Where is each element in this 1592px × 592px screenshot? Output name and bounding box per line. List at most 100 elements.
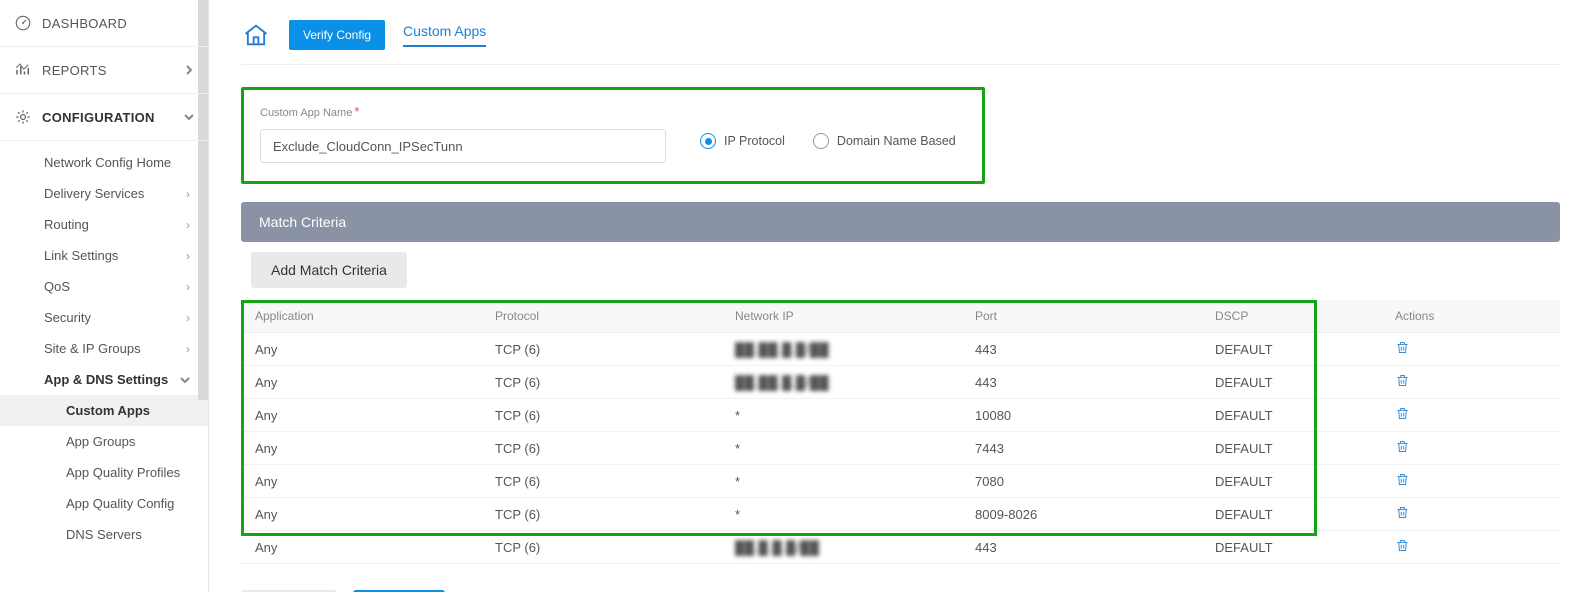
- cell-network-ip: *: [721, 432, 961, 465]
- sidebar-item-routing[interactable]: Routing ›: [0, 209, 208, 240]
- radio-domain-based[interactable]: Domain Name Based: [813, 133, 956, 149]
- sidebar-item-label: App & DNS Settings: [44, 372, 168, 387]
- chevron-right-icon: ›: [186, 342, 190, 356]
- radio-ip-label: IP Protocol: [724, 134, 785, 148]
- match-criteria-table: Application Protocol Network IP Port DSC…: [241, 300, 1560, 564]
- table-row: AnyTCP (6)██.██.█.█/██443DEFAULT: [241, 366, 1560, 399]
- cell-port: 7443: [961, 432, 1201, 465]
- cell-actions: [1381, 399, 1560, 432]
- custom-app-name-input[interactable]: [260, 129, 666, 163]
- sidebar-item-app-quality-config[interactable]: App Quality Config: [0, 488, 208, 519]
- top-strip: Verify Config Custom Apps: [241, 20, 1560, 65]
- trash-icon[interactable]: [1395, 472, 1410, 487]
- cell-port: 7080: [961, 465, 1201, 498]
- radio-dot-icon: [700, 133, 716, 149]
- cell-actions: [1381, 432, 1560, 465]
- nav-dashboard-label: DASHBOARD: [42, 16, 194, 31]
- trash-icon[interactable]: [1395, 538, 1410, 553]
- cell-protocol: TCP (6): [481, 432, 721, 465]
- table-row: AnyTCP (6)*7443DEFAULT: [241, 432, 1560, 465]
- cell-application: Any: [241, 465, 481, 498]
- match-criteria-header: Match Criteria: [241, 202, 1560, 242]
- home-icon[interactable]: [241, 21, 271, 49]
- sidebar-item-label: Network Config Home: [44, 155, 171, 170]
- cell-protocol: TCP (6): [481, 498, 721, 531]
- sidebar-item-label: Link Settings: [44, 248, 118, 263]
- chevron-right-icon: ›: [186, 280, 190, 294]
- chevron-right-icon: ›: [186, 311, 190, 325]
- col-application: Application: [241, 300, 481, 333]
- col-network-ip: Network IP: [721, 300, 961, 333]
- cell-application: Any: [241, 531, 481, 564]
- trash-icon[interactable]: [1395, 340, 1410, 355]
- cell-network-ip: *: [721, 399, 961, 432]
- sidebar-item-label: Security: [44, 310, 91, 325]
- cell-dscp: DEFAULT: [1201, 366, 1381, 399]
- chevron-right-icon: ›: [186, 218, 190, 232]
- sidebar-item-app-groups[interactable]: App Groups: [0, 426, 208, 457]
- cell-application: Any: [241, 333, 481, 366]
- cell-protocol: TCP (6): [481, 465, 721, 498]
- table-row: AnyTCP (6)*8009-8026DEFAULT: [241, 498, 1560, 531]
- nav-reports-label: REPORTS: [42, 63, 174, 78]
- cell-port: 8009-8026: [961, 498, 1201, 531]
- radio-ip-protocol[interactable]: IP Protocol: [700, 133, 785, 149]
- cell-port: 443: [961, 366, 1201, 399]
- custom-app-name-box: Custom App Name* IP Protocol Domain Name…: [241, 87, 985, 184]
- radio-dot-icon: [813, 133, 829, 149]
- cell-network-ip: ██.██.█.█/██: [721, 333, 961, 366]
- cell-dscp: DEFAULT: [1201, 399, 1381, 432]
- cell-port: 443: [961, 333, 1201, 366]
- sidebar-item-label: Delivery Services: [44, 186, 144, 201]
- col-protocol: Protocol: [481, 300, 721, 333]
- sidebar-item-security[interactable]: Security ›: [0, 302, 208, 333]
- trash-icon[interactable]: [1395, 406, 1410, 421]
- sidebar-item-site-ip-groups[interactable]: Site & IP Groups ›: [0, 333, 208, 364]
- cell-dscp: DEFAULT: [1201, 531, 1381, 564]
- col-dscp: DSCP: [1201, 300, 1381, 333]
- gauge-icon: [14, 14, 32, 32]
- col-actions: Actions: [1381, 300, 1560, 333]
- cell-network-ip: *: [721, 498, 961, 531]
- add-match-criteria-button[interactable]: Add Match Criteria: [251, 252, 407, 288]
- nav-configuration-label: CONFIGURATION: [42, 110, 174, 125]
- trash-icon[interactable]: [1395, 373, 1410, 388]
- sidebar-item-app-dns-settings[interactable]: App & DNS Settings: [0, 364, 208, 395]
- custom-app-name-label: Custom App Name: [260, 107, 352, 119]
- sidebar-item-delivery-services[interactable]: Delivery Services ›: [0, 178, 208, 209]
- trash-icon[interactable]: [1395, 505, 1410, 520]
- sidebar-item-label: Site & IP Groups: [44, 341, 141, 356]
- cell-protocol: TCP (6): [481, 399, 721, 432]
- trash-icon[interactable]: [1395, 439, 1410, 454]
- sidebar-item-link-settings[interactable]: Link Settings ›: [0, 240, 208, 271]
- app-dns-sub-list: Custom Apps App Groups App Quality Profi…: [0, 395, 208, 550]
- main-content: Verify Config Custom Apps Custom App Nam…: [209, 0, 1592, 592]
- cell-application: Any: [241, 432, 481, 465]
- sidebar-item-custom-apps[interactable]: Custom Apps: [0, 395, 208, 426]
- table-row: AnyTCP (6)██.██.█.█/██443DEFAULT: [241, 333, 1560, 366]
- nav-configuration[interactable]: CONFIGURATION: [0, 94, 208, 141]
- chevron-right-icon: ›: [186, 249, 190, 263]
- chevron-down-icon: [180, 375, 190, 385]
- table-header-row: Application Protocol Network IP Port DSC…: [241, 300, 1560, 333]
- table-row: AnyTCP (6)*7080DEFAULT: [241, 465, 1560, 498]
- match-criteria-table-wrap: Application Protocol Network IP Port DSC…: [241, 300, 1560, 564]
- sidebar-item-qos[interactable]: QoS ›: [0, 271, 208, 302]
- gear-icon: [14, 108, 32, 126]
- col-port: Port: [961, 300, 1201, 333]
- config-sub-list: Network Config Home Delivery Services › …: [0, 141, 208, 556]
- breadcrumb-custom-apps[interactable]: Custom Apps: [403, 23, 486, 47]
- sidebar-item-network-config-home[interactable]: Network Config Home: [0, 147, 208, 178]
- cell-application: Any: [241, 366, 481, 399]
- cell-application: Any: [241, 498, 481, 531]
- cell-actions: [1381, 531, 1560, 564]
- sidebar-item-app-quality-profiles[interactable]: App Quality Profiles: [0, 457, 208, 488]
- cell-network-ip: ██.█.█.█/██: [721, 531, 961, 564]
- sidebar-item-dns-servers[interactable]: DNS Servers: [0, 519, 208, 550]
- sidebar: DASHBOARD REPORTS CONFIGURATION Network …: [0, 0, 209, 592]
- verify-config-button[interactable]: Verify Config: [289, 20, 385, 50]
- cell-dscp: DEFAULT: [1201, 432, 1381, 465]
- nav-dashboard[interactable]: DASHBOARD: [0, 0, 208, 47]
- nav-reports[interactable]: REPORTS: [0, 47, 208, 94]
- cell-actions: [1381, 366, 1560, 399]
